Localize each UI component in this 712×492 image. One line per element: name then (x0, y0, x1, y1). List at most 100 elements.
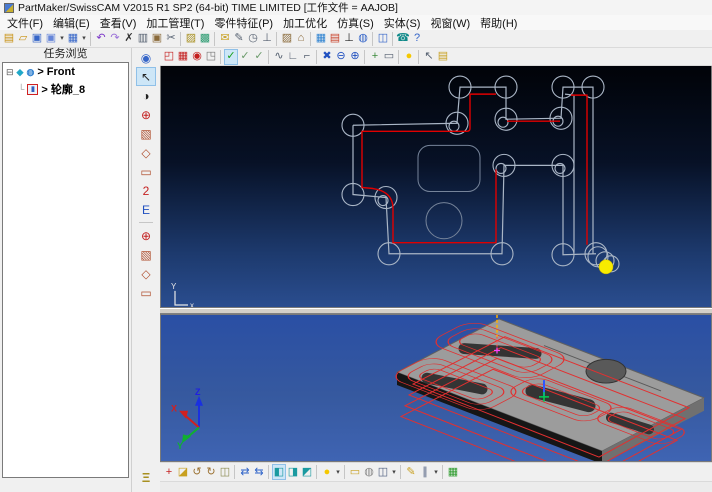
cut-button[interactable]: ✂ (164, 31, 178, 47)
cad-cam-toggle-button[interactable]: ◉ (136, 48, 156, 67)
light-button[interactable]: ● (320, 464, 334, 480)
查看(V)[interactable]: 查看(V) (95, 15, 142, 31)
quadrant-button[interactable]: ◑ (136, 86, 156, 105)
edit-features-button[interactable]: ✎ (232, 31, 246, 47)
edit-profile-2-button[interactable]: ▭ (136, 283, 156, 302)
save-as-dropdown[interactable]: ▾ (58, 31, 66, 47)
文件(F)[interactable]: 文件(F) (2, 15, 48, 31)
zoom-all-button[interactable]: ✖ (320, 49, 334, 65)
redo-button[interactable]: ↷ (108, 31, 122, 47)
open-file-button[interactable]: ▱ (16, 31, 30, 47)
new-window-button[interactable]: ◳ (204, 49, 218, 65)
light-button[interactable]: ● (402, 49, 416, 65)
verify-on-button[interactable]: ✓ (224, 49, 238, 65)
rotate-right-button[interactable]: ↻ (204, 464, 218, 480)
post-folder-button[interactable]: ▨ (280, 31, 294, 47)
report-button[interactable]: ▦ (446, 464, 460, 480)
collapse-expander-icon[interactable]: ⊟ (6, 67, 14, 78)
flip-vertical-button[interactable]: ⇆ (252, 464, 266, 480)
support-phone-button[interactable]: ☎ (396, 31, 410, 47)
edit-polygon-2-button[interactable]: ◇ (136, 264, 156, 283)
edit-nodes-2-button[interactable]: ▧ (136, 245, 156, 264)
cam-window-button[interactable]: ▩ (198, 31, 212, 47)
print-button[interactable]: ▦ (66, 31, 80, 47)
verify-step-button[interactable]: ✓ (252, 49, 266, 65)
process-doc-button[interactable]: ▤ (328, 31, 342, 47)
tree-connector: └ (18, 84, 24, 94)
tool-data-button[interactable]: ⊥ (342, 31, 356, 47)
仿真(S)[interactable]: 仿真(S) (332, 15, 379, 31)
light-dropdown[interactable]: ▾ (334, 464, 342, 480)
target-point-2-button[interactable]: ⊕ (136, 226, 156, 245)
profile-window-button[interactable]: ◰ (162, 49, 176, 65)
verify-fast-button[interactable]: ✓ (238, 49, 252, 65)
edit-profile-button[interactable]: ▭ (136, 162, 156, 181)
zoom-out-button[interactable]: ⊖ (334, 49, 348, 65)
select-cursor-button[interactable]: ↖ (136, 67, 156, 86)
帮助(H)[interactable]: 帮助(H) (475, 15, 522, 31)
rotate-left-button[interactable]: ↺ (190, 464, 204, 480)
copy-button[interactable]: ▥ (136, 31, 150, 47)
axis-x-label-3d: X (171, 404, 177, 414)
axis-x-label: x (190, 301, 194, 307)
undo-button[interactable]: ↶ (94, 31, 108, 47)
编辑(E)[interactable]: 编辑(E) (48, 15, 95, 31)
full-window-button[interactable]: ▦ (176, 49, 190, 65)
shade-surface-button[interactable]: ◪ (176, 464, 190, 480)
draw-line-button[interactable]: ✎ (404, 464, 418, 480)
measure-button[interactable]: ∥ (418, 464, 432, 480)
viewport-3d[interactable]: Z X Y (160, 314, 712, 462)
show-rapid-button[interactable]: ∟ (286, 49, 300, 65)
camera-dropdown[interactable]: ▾ (390, 464, 398, 480)
iso-view-button[interactable]: ◧ (272, 464, 286, 480)
show-links-button[interactable]: ⌐ (300, 49, 314, 65)
world-button[interactable]: ◍ (356, 31, 370, 47)
notes-button[interactable]: ▤ (436, 49, 450, 65)
two-axis-button[interactable]: 2 (136, 181, 156, 200)
加工优化[interactable]: 加工优化 (278, 15, 332, 31)
simulation-button[interactable]: ▦ (314, 31, 328, 47)
engrave-button[interactable]: E (136, 200, 156, 219)
print-dropdown[interactable]: ▾ (80, 31, 88, 47)
stamp-button[interactable]: ◫ (218, 464, 232, 480)
front-view-button[interactable]: ◨ (286, 464, 300, 480)
job-setup-button[interactable]: ▨ (184, 31, 198, 47)
library-button[interactable]: ⌂ (294, 31, 308, 47)
save-as-button[interactable]: ▣ (44, 31, 58, 47)
part-features-button[interactable]: ✉ (218, 31, 232, 47)
viewport-2d[interactable]: Y x (160, 66, 712, 308)
time-estimate-button[interactable]: ◷ (246, 31, 260, 47)
stock-button[interactable]: ▭ (348, 464, 362, 480)
实体(S)[interactable]: 实体(S) (379, 15, 426, 31)
redraw-window-button[interactable]: ◉ (190, 49, 204, 65)
separator (178, 31, 184, 47)
save-button[interactable]: ▣ (30, 31, 44, 47)
tree-item-contour-8[interactable]: └ ▮ > 轮廓_8 (3, 78, 128, 97)
torus-button[interactable]: ◍ (362, 464, 376, 480)
new-file-button[interactable]: ▤ (2, 31, 16, 47)
spring-coil-icon[interactable]: Ξ (136, 468, 156, 486)
pick-tool-button[interactable]: ↖ (422, 49, 436, 65)
flip-horizontal-button[interactable]: ⇄ (238, 464, 252, 480)
视窗(W)[interactable]: 视窗(W) (425, 15, 475, 31)
edit-nodes-button[interactable]: ▧ (136, 124, 156, 143)
tree-item-front[interactable]: ⊟ ◆ ◍ > Front (3, 63, 128, 78)
tool-holder-button[interactable]: ⊥ (260, 31, 274, 47)
paste-button[interactable]: ▣ (150, 31, 164, 47)
零件特征(P)[interactable]: 零件特征(P) (209, 15, 278, 31)
task-tree[interactable]: ⊟ ◆ ◍ > Front └ ▮ > 轮廓_8 (2, 62, 129, 478)
split-view-button[interactable]: ◫ (376, 31, 390, 47)
zoom-window-button[interactable]: ▭ (382, 49, 396, 65)
show-toolpath-button[interactable]: ∿ (272, 49, 286, 65)
target-point-button[interactable]: ⊕ (136, 105, 156, 124)
edit-polygon-button[interactable]: ◇ (136, 143, 156, 162)
delete-button[interactable]: ✗ (122, 31, 136, 47)
axes-button[interactable]: + (162, 464, 176, 480)
zoom-in-button[interactable]: ⊕ (348, 49, 362, 65)
加工管理(T)[interactable]: 加工管理(T) (141, 15, 209, 31)
pan-button[interactable]: + (368, 49, 382, 65)
side-view-button[interactable]: ◩ (300, 464, 314, 480)
camera-button[interactable]: ◫ (376, 464, 390, 480)
measure-dropdown[interactable]: ▾ (432, 464, 440, 480)
help-button[interactable]: ? (410, 31, 424, 47)
